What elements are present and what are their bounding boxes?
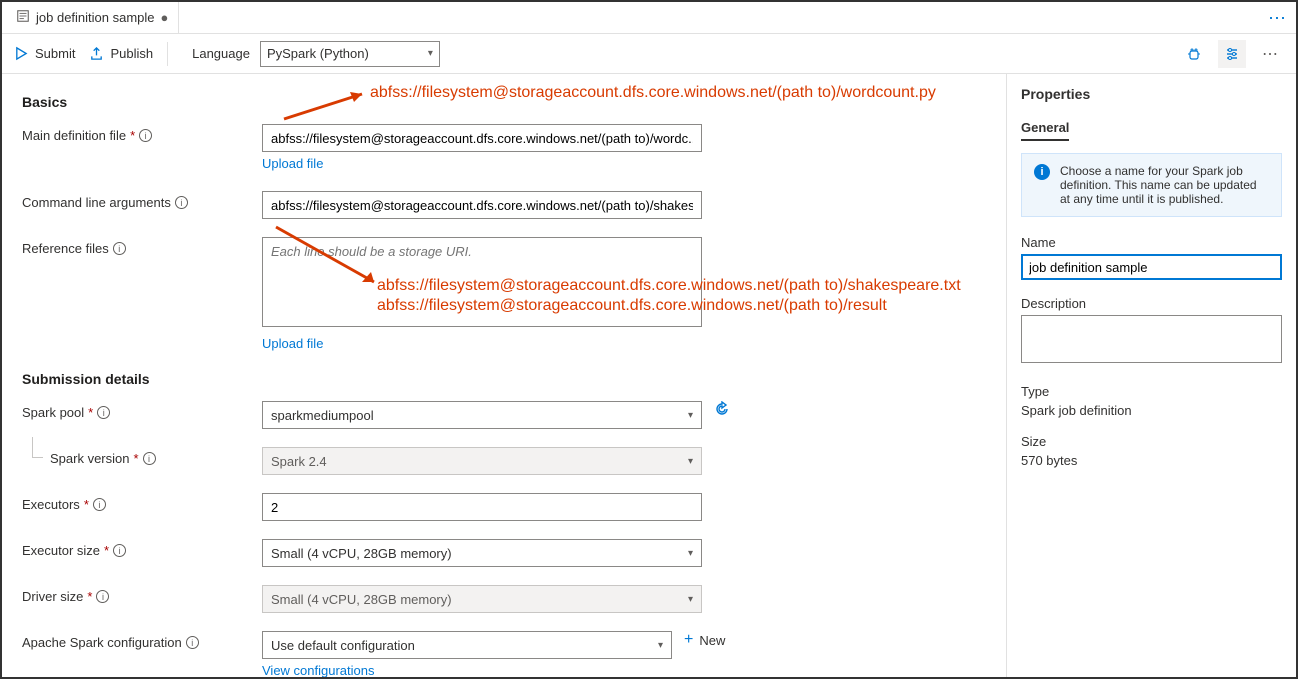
form-area: Basics Main definition file* i Upload fi… xyxy=(2,74,1006,677)
name-label: Name xyxy=(1021,235,1282,250)
toolbar-more-icon[interactable]: ⋯ xyxy=(1256,40,1284,68)
properties-tab-general[interactable]: General xyxy=(1021,116,1069,141)
cmd-args-input[interactable] xyxy=(262,191,702,219)
info-icon[interactable]: i xyxy=(175,196,188,209)
publish-label: Publish xyxy=(110,46,153,61)
tab-job-definition[interactable]: job definition sample ● xyxy=(6,2,179,33)
description-textarea[interactable] xyxy=(1021,315,1282,363)
properties-pane: Properties General i Choose a name for y… xyxy=(1006,74,1296,677)
spark-version-select: Spark 2.4▾ xyxy=(262,447,702,475)
divider xyxy=(167,42,168,66)
spark-pool-label: Spark pool* i xyxy=(22,401,262,420)
exec-size-select[interactable]: Small (4 vCPU, 28GB memory)▾ xyxy=(262,539,702,567)
tab-more-icon[interactable]: ⋯ xyxy=(1268,8,1286,29)
chevron-down-icon: ▾ xyxy=(658,640,663,651)
ref-files-textarea[interactable] xyxy=(262,237,702,327)
bug-icon[interactable] xyxy=(1180,40,1208,68)
refresh-pool-button[interactable] xyxy=(714,401,730,417)
language-group: Language PySpark (Python) ▾ xyxy=(192,41,440,67)
info-text: Choose a name for your Spark job definit… xyxy=(1060,164,1269,206)
unsaved-dot-icon: ● xyxy=(161,10,169,25)
driver-size-label: Driver size* i xyxy=(22,585,262,604)
submit-label: Submit xyxy=(35,46,75,61)
submit-button[interactable]: Submit xyxy=(14,46,75,61)
language-select[interactable]: PySpark (Python) ▾ xyxy=(260,41,440,67)
chevron-down-icon: ▾ xyxy=(688,548,693,559)
ref-files-label: Reference files i xyxy=(22,237,262,256)
cmd-args-label: Command line arguments i xyxy=(22,191,262,210)
chevron-down-icon: ▾ xyxy=(428,48,433,59)
spark-config-label: Apache Spark configuration i xyxy=(22,631,262,650)
section-basics: Basics xyxy=(22,94,986,110)
upload-ref-files-link[interactable]: Upload file xyxy=(262,336,323,351)
main-def-label: Main definition file* i xyxy=(22,124,262,143)
driver-size-select: Small (4 vCPU, 28GB memory)▾ xyxy=(262,585,702,613)
view-config-link[interactable]: View configurations xyxy=(262,663,375,677)
executors-label: Executors* i xyxy=(22,493,262,512)
info-circle-icon: i xyxy=(1034,164,1050,180)
spark-version-label: Spark version* i xyxy=(22,447,262,466)
properties-title: Properties xyxy=(1021,86,1282,102)
info-icon[interactable]: i xyxy=(97,406,110,419)
info-icon[interactable]: i xyxy=(93,498,106,511)
info-icon[interactable]: i xyxy=(113,544,126,557)
new-config-button[interactable]: + New xyxy=(684,631,725,649)
size-value: 570 bytes xyxy=(1021,453,1282,468)
chevron-down-icon: ▾ xyxy=(688,456,693,467)
tab-bar: job definition sample ● ⋯ xyxy=(2,2,1296,34)
main: Basics Main definition file* i Upload fi… xyxy=(2,74,1296,677)
settings-icon[interactable] xyxy=(1218,40,1246,68)
executors-input[interactable] xyxy=(262,493,702,521)
info-icon[interactable]: i xyxy=(139,129,152,142)
name-input[interactable] xyxy=(1021,254,1282,280)
type-label: Type xyxy=(1021,384,1282,399)
language-label: Language xyxy=(192,46,250,61)
chevron-down-icon: ▾ xyxy=(688,594,693,605)
info-box: i Choose a name for your Spark job defin… xyxy=(1021,153,1282,217)
spark-pool-select[interactable]: sparkmediumpool▾ xyxy=(262,401,702,429)
document-icon xyxy=(16,9,30,26)
section-submission: Submission details xyxy=(22,371,986,387)
upload-main-def-link[interactable]: Upload file xyxy=(262,156,323,171)
plus-icon: + xyxy=(684,631,693,649)
exec-size-label: Executor size* i xyxy=(22,539,262,558)
tab-title: job definition sample xyxy=(36,10,155,25)
type-value: Spark job definition xyxy=(1021,403,1282,418)
info-icon[interactable]: i xyxy=(186,636,199,649)
language-value: PySpark (Python) xyxy=(267,46,369,61)
toolbar: Submit Publish Language PySpark (Python)… xyxy=(2,34,1296,74)
info-icon[interactable]: i xyxy=(113,242,126,255)
info-icon[interactable]: i xyxy=(96,590,109,603)
chevron-down-icon: ▾ xyxy=(688,410,693,421)
info-icon[interactable]: i xyxy=(143,452,156,465)
main-def-input[interactable] xyxy=(262,124,702,152)
publish-button[interactable]: Publish xyxy=(89,46,153,61)
spark-config-select[interactable]: Use default configuration▾ xyxy=(262,631,672,659)
description-label: Description xyxy=(1021,296,1282,311)
size-label: Size xyxy=(1021,434,1282,449)
